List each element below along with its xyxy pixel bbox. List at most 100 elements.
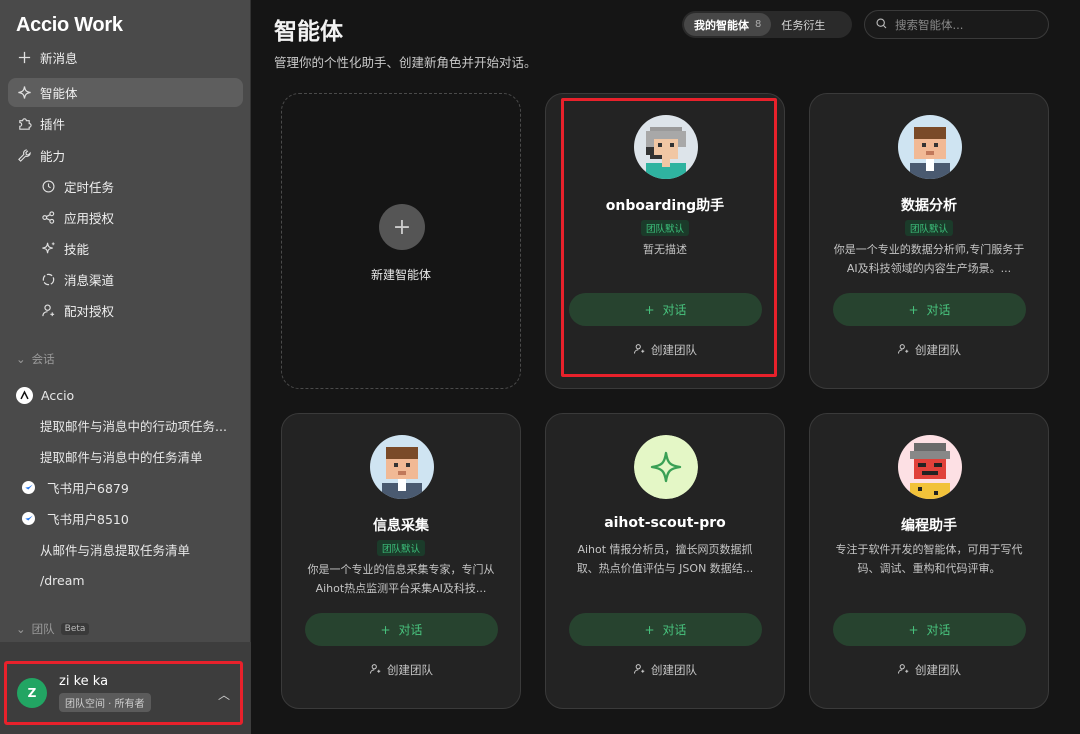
conversation-item[interactable]: 从邮件与消息提取任务清单 <box>8 535 243 563</box>
sidebar-item-label: 能力 <box>40 149 66 164</box>
create-team-button[interactable]: 创建团队 <box>546 662 784 678</box>
agent-description: Aihot 情报分析员，擅长网页数据抓取、热点价值评估与 JSON 数据结... <box>576 543 754 575</box>
agent-card[interactable]: 数据分析 团队默认 你是一个专业的数据分析师,专门服务于AI及科技领域的内容生产… <box>809 93 1049 389</box>
agent-name: 信息采集 <box>373 518 429 534</box>
agent-name: aihot-scout-pro <box>604 515 726 531</box>
user-plus-icon <box>897 663 909 678</box>
robot-avatar <box>898 435 962 499</box>
agent-description: 你是一个专业的信息采集专家，专门从Aihot热点监测平台采集AI及科技... <box>307 563 495 595</box>
sidebar-item-plugins[interactable]: 插件 <box>8 109 243 138</box>
sidebar-item-agents[interactable]: 智能体 <box>8 78 243 107</box>
create-team-button[interactable]: 创建团队 <box>810 342 1048 358</box>
user-plus-icon <box>897 343 909 358</box>
plus-icon <box>16 50 32 66</box>
user-plus-icon <box>369 663 381 678</box>
circle-dashed-icon <box>40 272 56 288</box>
sidebar-item-app-auth[interactable]: 应用授权 <box>8 203 243 232</box>
team-default-badge: 团队默认 <box>904 220 954 236</box>
tab-my-agents[interactable]: 我的智能体 8 <box>684 13 772 36</box>
sidebar-item-label: 新消息 <box>40 51 78 66</box>
agent-card[interactable]: 信息采集 团队默认 你是一个专业的信息采集专家，专门从Aihot热点监测平台采集… <box>281 413 521 709</box>
tab-task-derived[interactable]: 任务衍生 <box>771 13 835 36</box>
conversation-item[interactable]: /dream <box>8 566 243 594</box>
user-plus-icon <box>633 343 645 358</box>
agent-name: onboarding助手 <box>605 198 725 214</box>
puzzle-icon <box>16 116 32 132</box>
user-role-tag: 团队空间 · 所有者 <box>59 693 151 712</box>
sidebar-item-scheduled-tasks[interactable]: 定时任务 <box>8 172 243 201</box>
sidebar-item-label: 技能 <box>64 242 90 257</box>
sidebar-item-label: 应用授权 <box>64 211 115 226</box>
team-default-badge: 团队默认 <box>376 540 426 556</box>
page-title: 智能体 <box>274 19 343 45</box>
brown-hair-suit-avatar <box>370 435 434 499</box>
team-default-badge: 团队默认 <box>640 220 690 236</box>
conversation-item[interactable]: 提取邮件与消息中的行动项任务... <box>8 411 243 439</box>
brown-hair-suit-avatar <box>898 115 962 179</box>
main-content: 智能体 管理你的个性化助手、创建新角色并开始对话。 我的智能体 8 任务衍生 +… <box>251 0 1080 734</box>
sidebar-item-label: 智能体 <box>40 86 78 101</box>
wrench-icon <box>16 148 32 164</box>
plus-icon: + <box>908 622 919 637</box>
sidebar-item-abilities[interactable]: 能力 <box>8 141 243 170</box>
new-agent-label: 新建智能体 <box>370 268 431 282</box>
chevron-down-icon: ⌄ <box>16 352 26 366</box>
chat-button[interactable]: + 对话 <box>569 613 762 646</box>
chevron-up-icon: ︿ <box>217 688 230 702</box>
plus-icon: + <box>644 622 655 637</box>
agent-description: 专注于软件开发的智能体，可用于写代码、调试、重构和代码评审。 <box>835 543 1023 575</box>
sidebar-item-skills[interactable]: 技能 <box>8 234 243 263</box>
sparkle-icon <box>40 241 56 257</box>
plus-icon: + <box>908 302 919 317</box>
search-input[interactable] <box>895 17 1035 32</box>
conversation-item[interactable]: Accio <box>8 381 243 409</box>
create-team-button[interactable]: 创建团队 <box>810 662 1048 678</box>
new-agent-card[interactable]: + 新建智能体 <box>281 93 521 389</box>
sidebar: Accio Work 新消息 智能体 插件 能力 定时任务 应用授权 技能 消息… <box>0 0 251 734</box>
chat-button[interactable]: + 对话 <box>305 613 498 646</box>
page-subtitle: 管理你的个性化助手、创建新角色并开始对话。 <box>274 55 537 70</box>
conversation-item[interactable]: 飞书用户6879 <box>8 473 243 501</box>
conversation-item[interactable]: 飞书用户8510 <box>8 504 243 532</box>
sparkle-icon <box>634 435 698 499</box>
sessions-section-toggle[interactable]: ⌄ 会话 <box>16 351 55 367</box>
sidebar-item-pairing-auth[interactable]: 配对授权 <box>8 296 243 325</box>
user-key-icon <box>40 303 56 319</box>
sidebar-item-label: 定时任务 <box>64 180 115 195</box>
accio-logo-icon <box>16 386 33 404</box>
create-team-button[interactable]: 创建团队 <box>546 342 784 358</box>
beta-badge: Beta <box>60 623 90 635</box>
agent-card[interactable]: aihot-scout-pro Aihot 情报分析员，擅长网页数据抓取、热点价… <box>545 413 785 709</box>
agent-filter-tabs: 我的智能体 8 任务衍生 <box>682 11 852 38</box>
agent-description: 暂无描述 <box>643 243 687 256</box>
create-team-button[interactable]: 创建团队 <box>282 662 520 678</box>
team-section-toggle[interactable]: ⌄ 团队 Beta <box>16 621 90 637</box>
agent-description: 你是一个专业的数据分析师,专门服务于AI及科技领域的内容生产场景。... <box>833 243 1025 275</box>
plus-icon: + <box>380 622 391 637</box>
sidebar-item-label: 消息渠道 <box>64 273 115 288</box>
feishu-icon <box>22 511 35 525</box>
sidebar-item-label: 插件 <box>40 117 66 132</box>
agent-name: 数据分析 <box>901 198 957 214</box>
search-box[interactable] <box>864 10 1049 39</box>
chat-button[interactable]: + 对话 <box>833 293 1026 326</box>
user-account-switcher[interactable]: Z zi ke ka 团队空间 · 所有者 ︿ <box>4 661 243 725</box>
user-name: zi ke ka <box>59 674 109 689</box>
agent-name: 编程助手 <box>901 518 957 534</box>
count-badge: 8 <box>755 19 762 30</box>
agent-card[interactable]: 编程助手 专注于软件开发的智能体，可用于写代码、调试、重构和代码评审。 + 对话 … <box>809 413 1049 709</box>
sidebar-item-message-channels[interactable]: 消息渠道 <box>8 265 243 294</box>
chat-button[interactable]: + 对话 <box>569 293 762 326</box>
nodes-icon <box>40 210 56 226</box>
chat-button[interactable]: + 对话 <box>833 613 1026 646</box>
sidebar-item-label: 配对授权 <box>64 304 115 319</box>
grey-hair-headset-avatar <box>634 115 698 179</box>
user-plus-icon <box>633 663 645 678</box>
clock-icon <box>40 179 56 195</box>
conversation-item[interactable]: 提取邮件与消息中的任务清单 <box>8 442 243 470</box>
plus-icon: + <box>644 302 655 317</box>
sidebar-item-new-message[interactable]: 新消息 <box>8 43 243 72</box>
agent-card[interactable]: onboarding助手 团队默认 暂无描述 + 对话 创建团队 <box>545 93 785 389</box>
sparkle-icon <box>16 85 32 101</box>
feishu-icon <box>22 480 35 494</box>
